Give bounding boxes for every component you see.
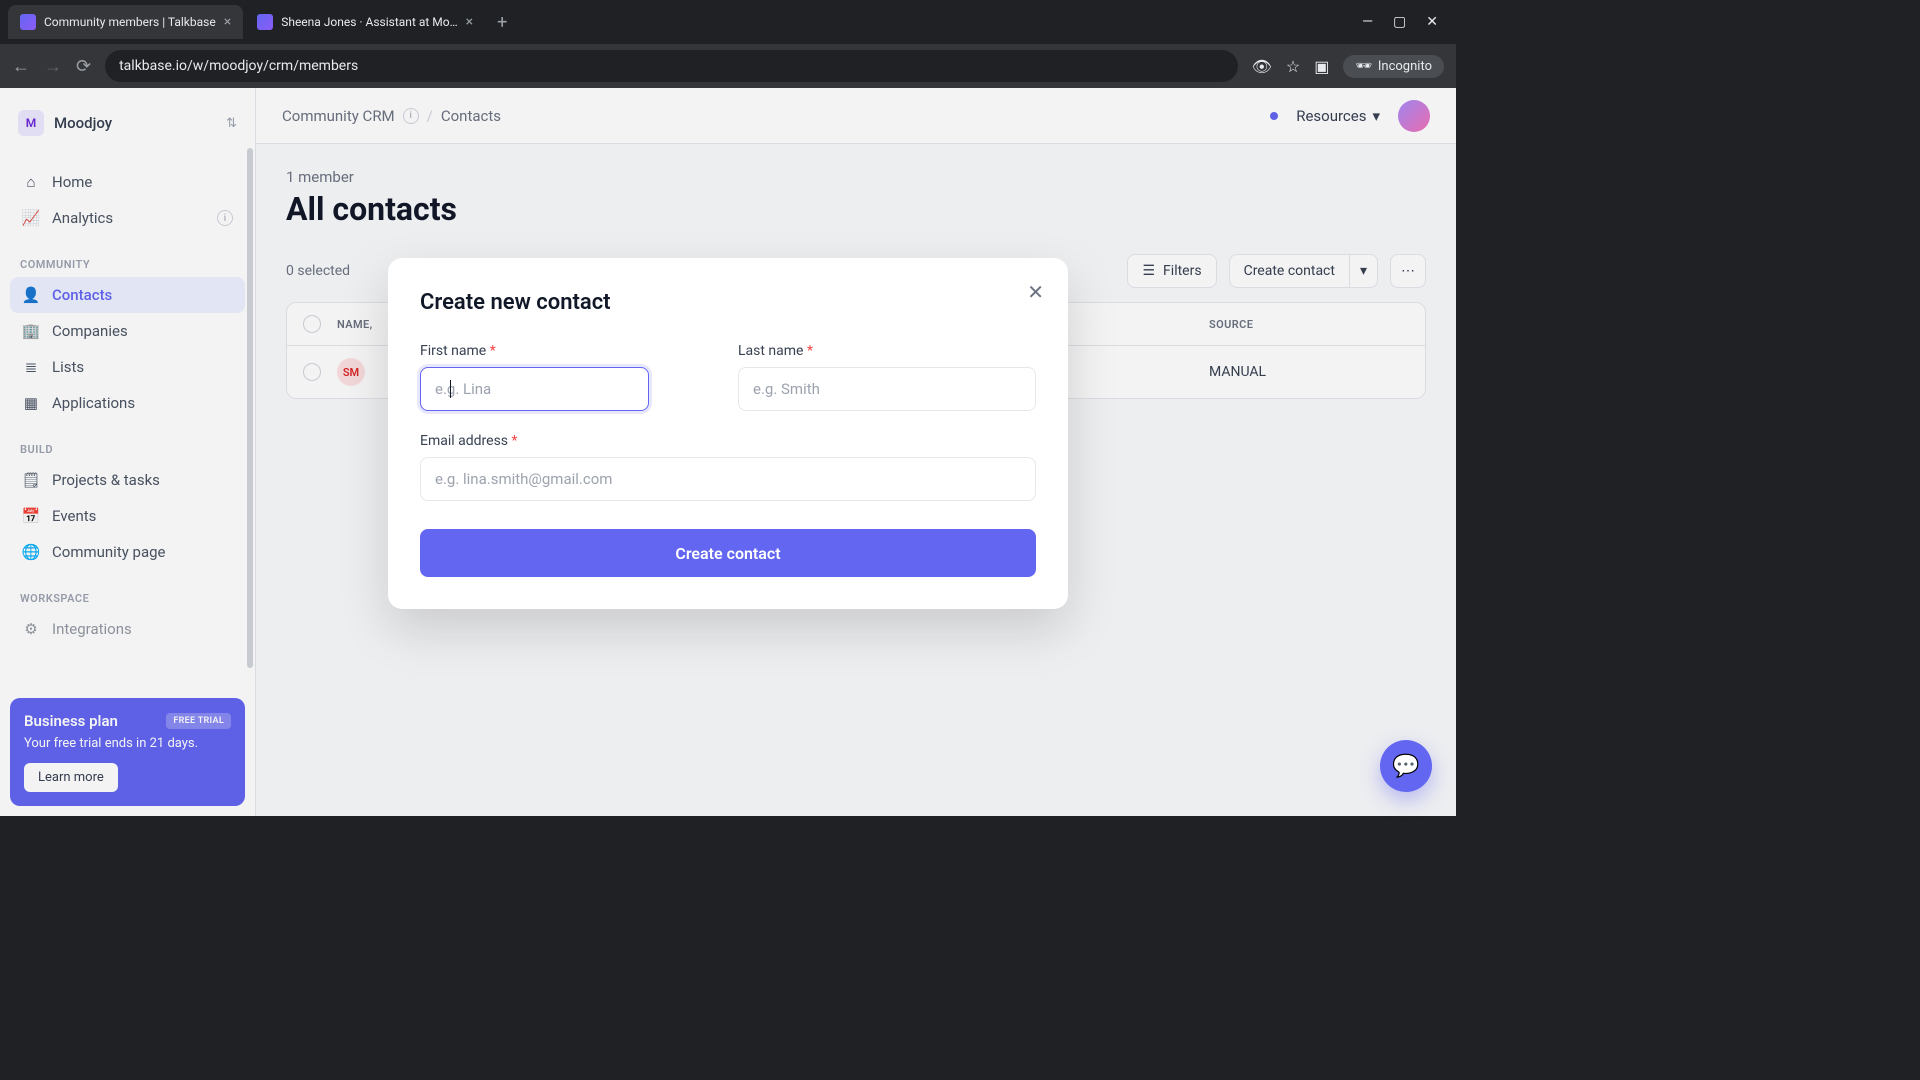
favicon-icon [20,14,36,30]
maximize-icon[interactable]: ▢ [1393,14,1406,30]
text-cursor [450,380,451,398]
chat-fab[interactable]: 💬 [1380,740,1432,792]
close-icon[interactable]: ✕ [1027,280,1044,304]
url-text: talkbase.io/w/moodjoy/crm/members [119,58,358,74]
incognito-badge[interactable]: 🕶 Incognito [1343,55,1444,78]
create-contact-modal: Create new contact ✕ First name * Last n… [388,258,1068,609]
first-name-input[interactable] [420,367,649,411]
reload-icon[interactable]: ⟳ [76,56,91,77]
close-icon[interactable]: × [466,14,473,30]
address-bar[interactable]: talkbase.io/w/moodjoy/crm/members [105,50,1237,82]
submit-button[interactable]: Create contact [420,529,1036,577]
incognito-icon: 🕶 [1355,59,1372,74]
browser-tab[interactable]: Sheena Jones · Assistant at Mo… × [245,5,485,39]
modal-overlay[interactable]: Create new contact ✕ First name * Last n… [0,88,1456,816]
email-label: Email address * [420,433,1036,449]
browser-tab-active[interactable]: Community members | Talkbase × [8,5,243,39]
eye-off-icon[interactable]: 👁 [1252,57,1272,76]
tab-title: Sheena Jones · Assistant at Mo… [281,15,457,29]
favicon-icon [257,14,273,30]
browser-tab-strip: Community members | Talkbase × Sheena Jo… [0,0,1456,44]
browser-toolbar: ← → ⟳ talkbase.io/w/moodjoy/crm/members … [0,44,1456,88]
chat-icon: 💬 [1392,754,1419,779]
email-input[interactable] [420,457,1036,501]
panel-icon[interactable]: ▣ [1314,57,1329,76]
close-window-icon[interactable]: ✕ [1426,14,1438,30]
new-tab-button[interactable]: + [487,12,517,33]
modal-title: Create new contact [420,290,1036,315]
close-icon[interactable]: × [224,14,231,30]
back-icon[interactable]: ← [12,56,30,77]
forward-icon[interactable]: → [44,56,62,77]
last-name-input[interactable] [738,367,1036,411]
star-icon[interactable]: ☆ [1286,57,1300,76]
first-name-label: First name * [420,343,718,359]
last-name-label: Last name * [738,343,1036,359]
minimize-icon[interactable]: — [1362,14,1373,30]
tab-title: Community members | Talkbase [44,15,216,29]
